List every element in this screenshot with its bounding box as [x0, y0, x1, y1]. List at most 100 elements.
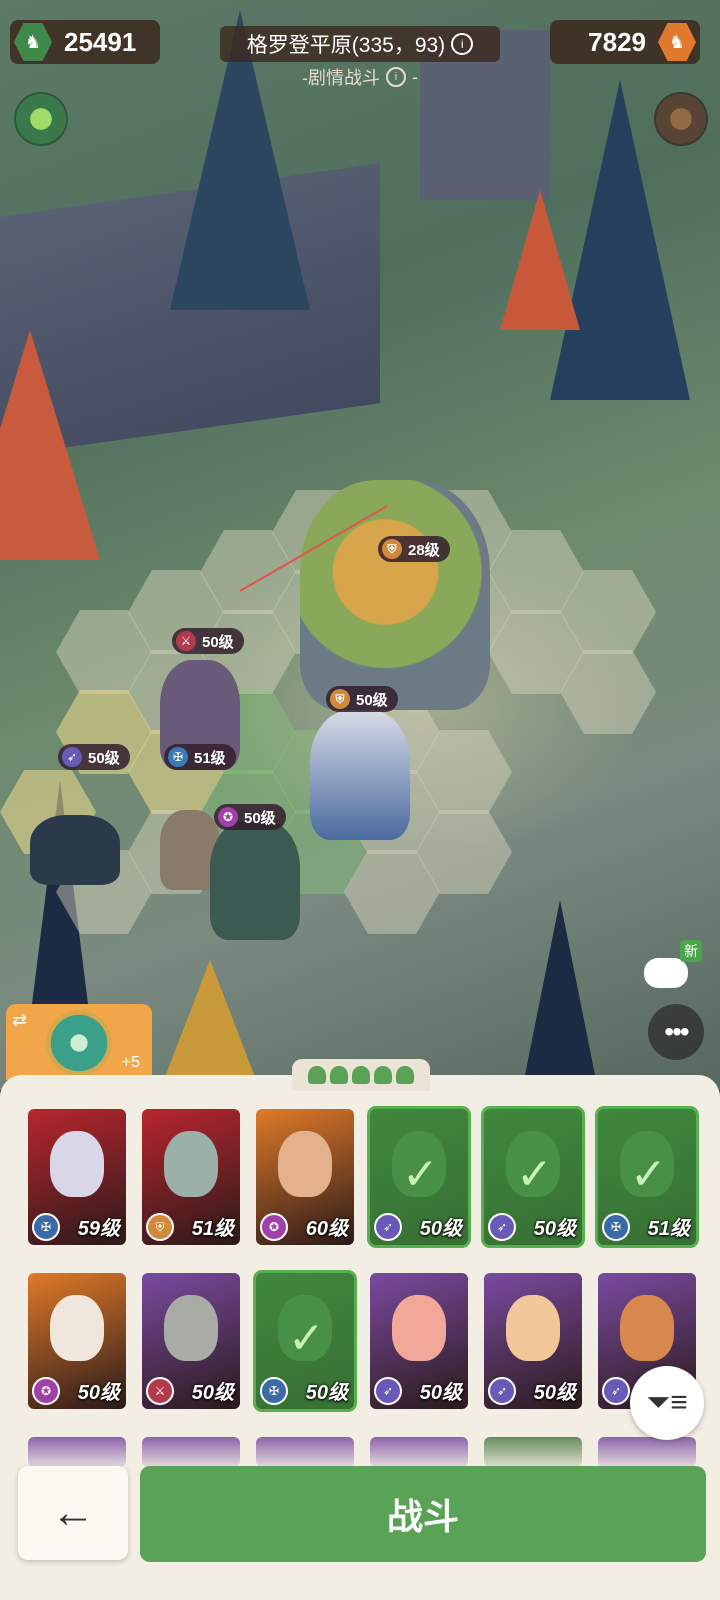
hero-card[interactable]: ✠ 59级: [28, 1109, 126, 1245]
hero-level: 60级: [305, 1218, 348, 1240]
hero-level: 50级: [191, 1382, 234, 1404]
warrior-icon: ⚔: [176, 631, 196, 651]
shield-icon: ⛨: [330, 689, 350, 709]
unit-level-tag: ✪ 50级: [214, 804, 286, 830]
hero-card-selected[interactable]: ✓ ✠ 51级: [598, 1109, 696, 1245]
hero-level: 51级: [191, 1218, 234, 1240]
checkmark-icon: ✓: [630, 1150, 667, 1199]
class-icon: ✠: [32, 1213, 60, 1241]
slot-icon: [352, 1066, 370, 1084]
more-button[interactable]: •••: [648, 1004, 704, 1060]
class-icon: ⛨: [146, 1213, 174, 1241]
class-icon: ➶: [602, 1377, 630, 1405]
hero-card[interactable]: ⛨ 51级: [142, 1109, 240, 1245]
class-icon: ✪: [32, 1377, 60, 1405]
slot-icon: [396, 1066, 414, 1084]
back-arrow-icon: ←: [51, 1488, 95, 1537]
info-icon[interactable]: i: [386, 67, 406, 87]
class-icon: ➶: [488, 1377, 516, 1405]
unit-level-tag: ⛨ 50级: [326, 686, 398, 712]
hero-face: [278, 1131, 332, 1197]
orange-crystal-icon: ♞: [658, 23, 696, 61]
fight-button[interactable]: 战斗: [140, 1466, 706, 1562]
hero-face: [620, 1295, 674, 1361]
hero-card[interactable]: ✪ 60级: [256, 1109, 354, 1245]
hero-card[interactable]: ⚔ 50级: [142, 1273, 240, 1409]
filter-button[interactable]: ⏷≡: [630, 1366, 704, 1440]
archer-icon: ➶: [62, 747, 82, 767]
slot-icon: [330, 1066, 348, 1084]
enemy-level-tag: ⛨ 28级: [378, 536, 450, 562]
swap-icon[interactable]: ⇄: [12, 1010, 27, 1031]
hero-level: 51级: [647, 1218, 690, 1240]
right-resource-value: 7829: [588, 26, 646, 57]
team-slots-indicator: [292, 1059, 430, 1091]
hero-card-selected[interactable]: ✓ ➶ 50级: [370, 1109, 468, 1245]
battle-type-label: -剧情战斗 i -: [0, 64, 720, 90]
hero-spider[interactable]: [30, 815, 120, 885]
fight-label: 战斗: [386, 1496, 459, 1538]
green-emblem-icon[interactable]: [14, 92, 68, 146]
hero-card[interactable]: ✪ 50级: [28, 1273, 126, 1409]
hero-card-selected[interactable]: ✓ ✠ 50级: [256, 1273, 354, 1409]
hero-level: 50级: [533, 1382, 576, 1404]
info-icon[interactable]: i: [451, 33, 474, 55]
skill-bonus: +5: [121, 1054, 140, 1071]
hero-face: [392, 1295, 446, 1361]
unit-level: 50级: [356, 691, 388, 709]
hero-card-selected[interactable]: ✓ ➶ 50级: [484, 1109, 582, 1245]
unit-level-tag: ✠ 51级: [164, 744, 236, 770]
skill-panel[interactable]: ⇄ +5: [6, 1004, 152, 1080]
hero-level: 50级: [533, 1218, 576, 1240]
dark-spike: [520, 900, 600, 1090]
class-icon: ✠: [260, 1377, 288, 1405]
new-badge: 新: [680, 940, 702, 962]
class-icon: ➶: [374, 1377, 402, 1405]
unit-level-tag: ⚔ 50级: [172, 628, 244, 654]
hero-level: 50级: [77, 1382, 120, 1404]
yellow-bush: [160, 960, 260, 1090]
checkmark-icon: ✓: [288, 1314, 325, 1363]
battle-type-text: -剧情战斗: [302, 68, 380, 88]
chat-button[interactable]: 新: [636, 940, 702, 992]
hero-level: 50级: [305, 1382, 348, 1404]
hero-level: 50级: [419, 1382, 462, 1404]
green-crystal-icon: ♞: [14, 23, 52, 61]
more-icon: •••: [664, 1016, 689, 1047]
location-name: 格罗登平原(335，93): [246, 34, 446, 57]
left-resource-counter[interactable]: ♞ 25491: [10, 20, 160, 64]
checkmark-icon: ✓: [402, 1150, 439, 1199]
filter-icon: ⏷≡: [646, 1386, 688, 1419]
checkmark-icon: ✓: [516, 1150, 553, 1199]
unit-level: 50级: [202, 633, 234, 651]
hero-face: [506, 1295, 560, 1361]
unit-level: 50级: [88, 749, 120, 767]
hero-card[interactable]: ➶ 50级: [484, 1273, 582, 1409]
enemy-level: 28级: [408, 541, 440, 559]
hero-level: 59级: [77, 1218, 120, 1240]
class-icon: ✪: [260, 1213, 288, 1241]
location-banner[interactable]: 格罗登平原(335，93) i: [220, 26, 500, 62]
hero-knight[interactable]: [310, 710, 410, 840]
slot-icon: [308, 1066, 326, 1084]
battle-type-suffix: -: [412, 66, 418, 87]
unit-level: 51级: [194, 749, 226, 767]
chat-icon: [644, 958, 688, 988]
enemy-treant[interactable]: [300, 480, 490, 710]
hero-card[interactable]: ➶ 50级: [370, 1273, 468, 1409]
unit-level-tag: ➶ 50级: [58, 744, 130, 770]
battle-map[interactable]: ⛨ 28级 ⚔ 50级 ⛨ 50级 ➶ 50级 ✠ 51级 ✪ 50级: [0, 0, 720, 1090]
shield-icon: ⛨: [382, 539, 402, 559]
right-resource-counter[interactable]: 7829 ♞: [550, 20, 700, 64]
orange-emblem-icon[interactable]: [654, 92, 708, 146]
class-icon: ➶: [374, 1213, 402, 1241]
back-button[interactable]: ←: [18, 1466, 128, 1560]
hero-druid[interactable]: [210, 820, 300, 940]
guardian-icon: ✠: [168, 747, 188, 767]
skill-icon: [46, 1010, 112, 1076]
hero-face: [164, 1131, 218, 1197]
class-icon: ✠: [602, 1213, 630, 1241]
hero-level: 50级: [419, 1218, 462, 1240]
slot-icon: [374, 1066, 392, 1084]
hero-face: [50, 1131, 104, 1197]
